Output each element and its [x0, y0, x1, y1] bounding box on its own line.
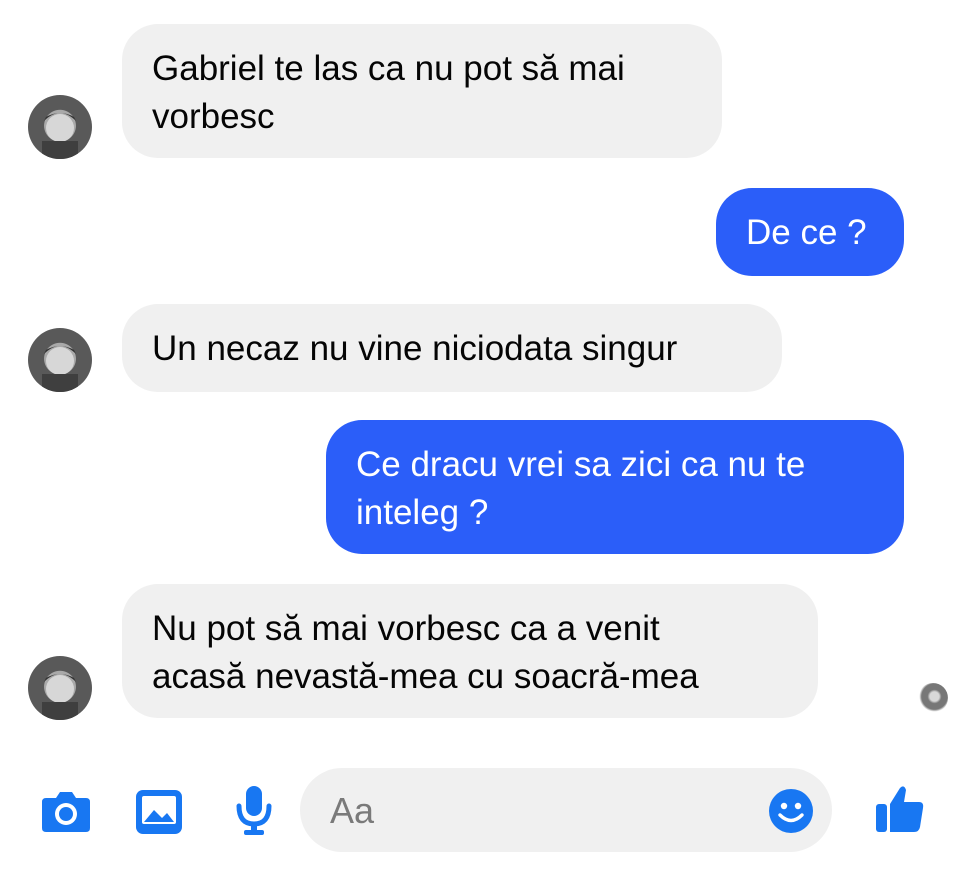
message-bubble-incoming[interactable]: Nu pot să mai vorbesc ca a venit acasă n… [122, 584, 818, 718]
message-bubble-outgoing[interactable]: Ce dracu vrei sa zici ca nu te inteleg ? [326, 420, 904, 554]
image-icon[interactable] [134, 788, 184, 836]
avatar-photo [42, 346, 78, 392]
message-bubble-incoming[interactable]: Un necaz nu vine niciodata singur [122, 304, 782, 392]
contact-avatar[interactable] [28, 656, 92, 720]
seen-indicator-avatar [918, 683, 948, 713]
contact-avatar[interactable] [28, 95, 92, 159]
message-input-placeholder: Aa [330, 790, 375, 831]
emoji-icon[interactable] [768, 788, 814, 834]
avatar-photo [42, 113, 78, 159]
camera-icon[interactable] [40, 788, 92, 834]
microphone-icon[interactable] [234, 784, 274, 836]
message-input[interactable]: Aa [300, 768, 832, 852]
message-bubble-outgoing[interactable]: De ce ? [716, 188, 904, 276]
thumbs-up-icon[interactable] [874, 782, 926, 834]
avatar-photo [42, 674, 78, 720]
contact-avatar[interactable] [28, 328, 92, 392]
message-bubble-incoming[interactable]: Gabriel te las ca nu pot să mai vorbesc [122, 24, 722, 158]
